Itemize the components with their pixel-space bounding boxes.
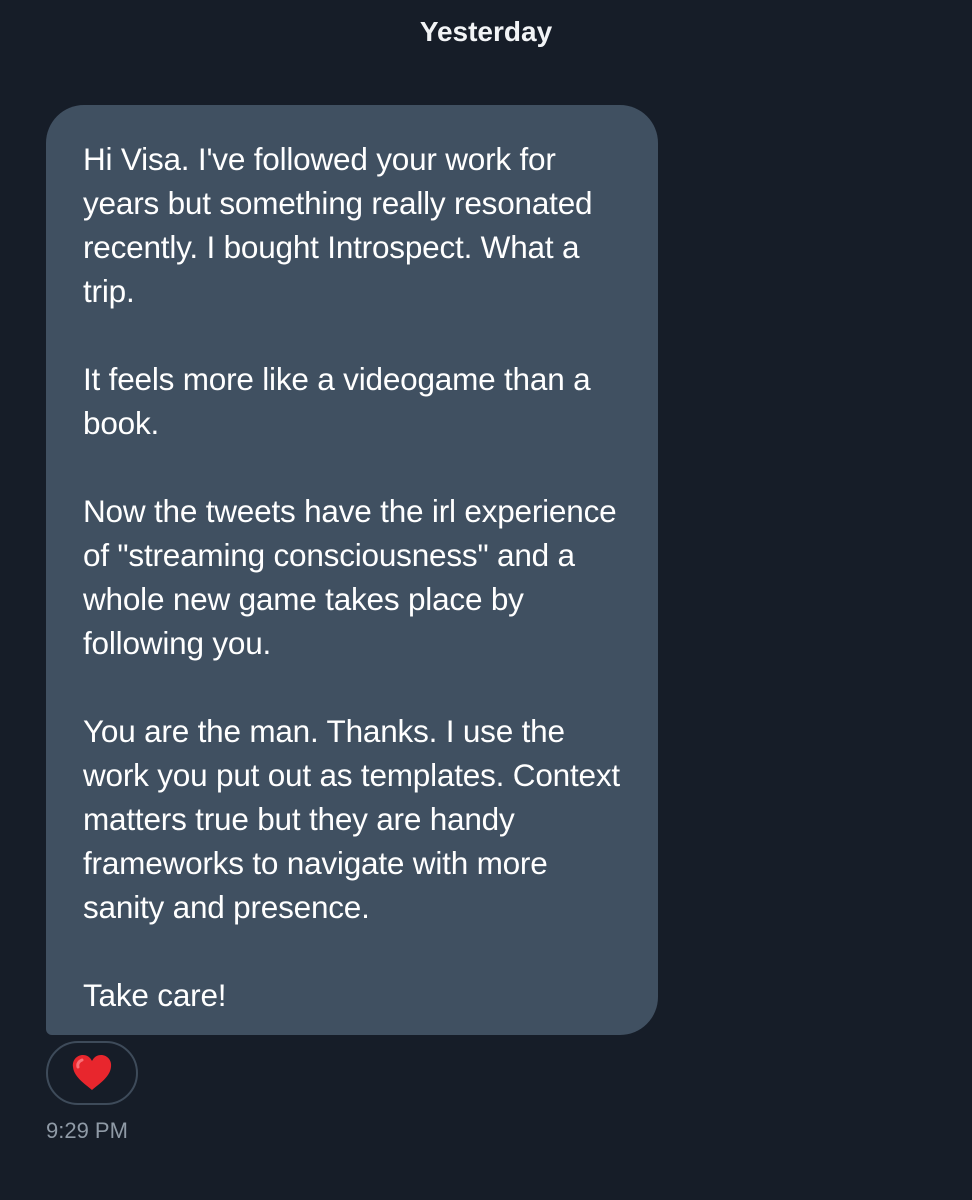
message-paragraph-2: It feels more like a videogame than a bo…: [83, 361, 591, 441]
message-paragraph-5: Take care!: [83, 977, 227, 1013]
date-divider: Yesterday: [419, 16, 553, 47]
message-paragraph-4: You are the man. Thanks. I use the work …: [83, 713, 620, 925]
red-heart-icon: [72, 1055, 112, 1090]
message-paragraph-3: Now the tweets have the irl experience o…: [83, 493, 617, 661]
heart-reaction-button[interactable]: [46, 1041, 138, 1105]
message-timestamp: 9:29 PM: [46, 1118, 128, 1143]
message-paragraph-1: Hi Visa. I've followed your work for yea…: [83, 141, 593, 309]
received-message-bubble[interactable]: Hi Visa. I've followed your work for yea…: [46, 105, 658, 1035]
